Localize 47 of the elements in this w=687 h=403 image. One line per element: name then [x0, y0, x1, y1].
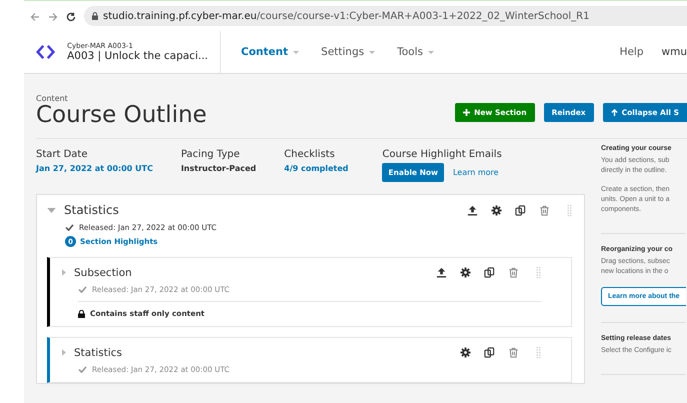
section-title: Statistics [64, 203, 119, 218]
duplicate-icon[interactable] [484, 347, 495, 358]
back-icon[interactable] [30, 12, 40, 22]
drag-handle-icon[interactable] [536, 266, 541, 280]
lock-icon [92, 12, 98, 20]
forward-icon[interactable] [48, 12, 58, 22]
reload-icon[interactable] [66, 12, 76, 22]
learn-more-link[interactable]: Learn more [452, 168, 499, 178]
up-arrow-icon [610, 109, 618, 116]
expand-caret-icon[interactable] [62, 349, 66, 356]
upload-icon[interactable] [436, 267, 447, 278]
settings-icon[interactable] [460, 267, 471, 278]
check-icon [78, 286, 87, 294]
nav-menu[interactable]: Settings [321, 46, 376, 58]
delete-icon[interactable] [539, 204, 550, 216]
subsection-title: Statistics [74, 346, 122, 359]
plus-icon [463, 109, 470, 116]
info-label: Pacing Type [180, 149, 241, 160]
check-icon [78, 366, 87, 374]
drag-handle-icon[interactable] [567, 204, 572, 217]
page-title: Course Outline [36, 103, 207, 128]
info-value[interactable]: 4/9 completed [284, 164, 348, 174]
collapse-caret-icon[interactable] [47, 208, 56, 213]
address-bar[interactable]: studio.training.pf.cyber-mar.eu/course/course-v1:Cyber-MAR+A003-1+2022_02_WinterSchool_R1 [84, 6, 687, 26]
info-value[interactable]: Jan 27, 2022 at 00:00 UTC [36, 164, 153, 174]
settings-icon[interactable] [491, 204, 502, 216]
upload-icon[interactable] [467, 204, 478, 216]
settings-icon[interactable] [460, 347, 471, 358]
check-icon [65, 224, 74, 232]
user-menu[interactable]: wmu [662, 46, 687, 58]
delete-icon[interactable] [508, 267, 519, 278]
subsection-title: Subsection [74, 266, 132, 279]
help-link[interactable]: Help [620, 46, 644, 58]
expand-caret-icon[interactable] [62, 269, 66, 276]
info-label: Checklists [284, 149, 336, 160]
duplicate-icon[interactable] [484, 267, 495, 278]
info-label: Course Highlight Emails [382, 149, 502, 160]
drag-handle-icon[interactable] [536, 346, 541, 360]
delete-icon[interactable] [508, 347, 519, 358]
nav-menu[interactable]: Content [241, 46, 300, 58]
breadcrumb: Content [36, 94, 69, 103]
course-title: A003 | Unlock the capaci... [67, 50, 208, 62]
info-value: Instructor-Paced [180, 164, 256, 174]
lock-icon [78, 310, 85, 318]
info-label: Start Date [36, 149, 89, 160]
duplicate-icon[interactable] [515, 204, 526, 216]
nav-menu[interactable]: Tools [397, 46, 434, 58]
